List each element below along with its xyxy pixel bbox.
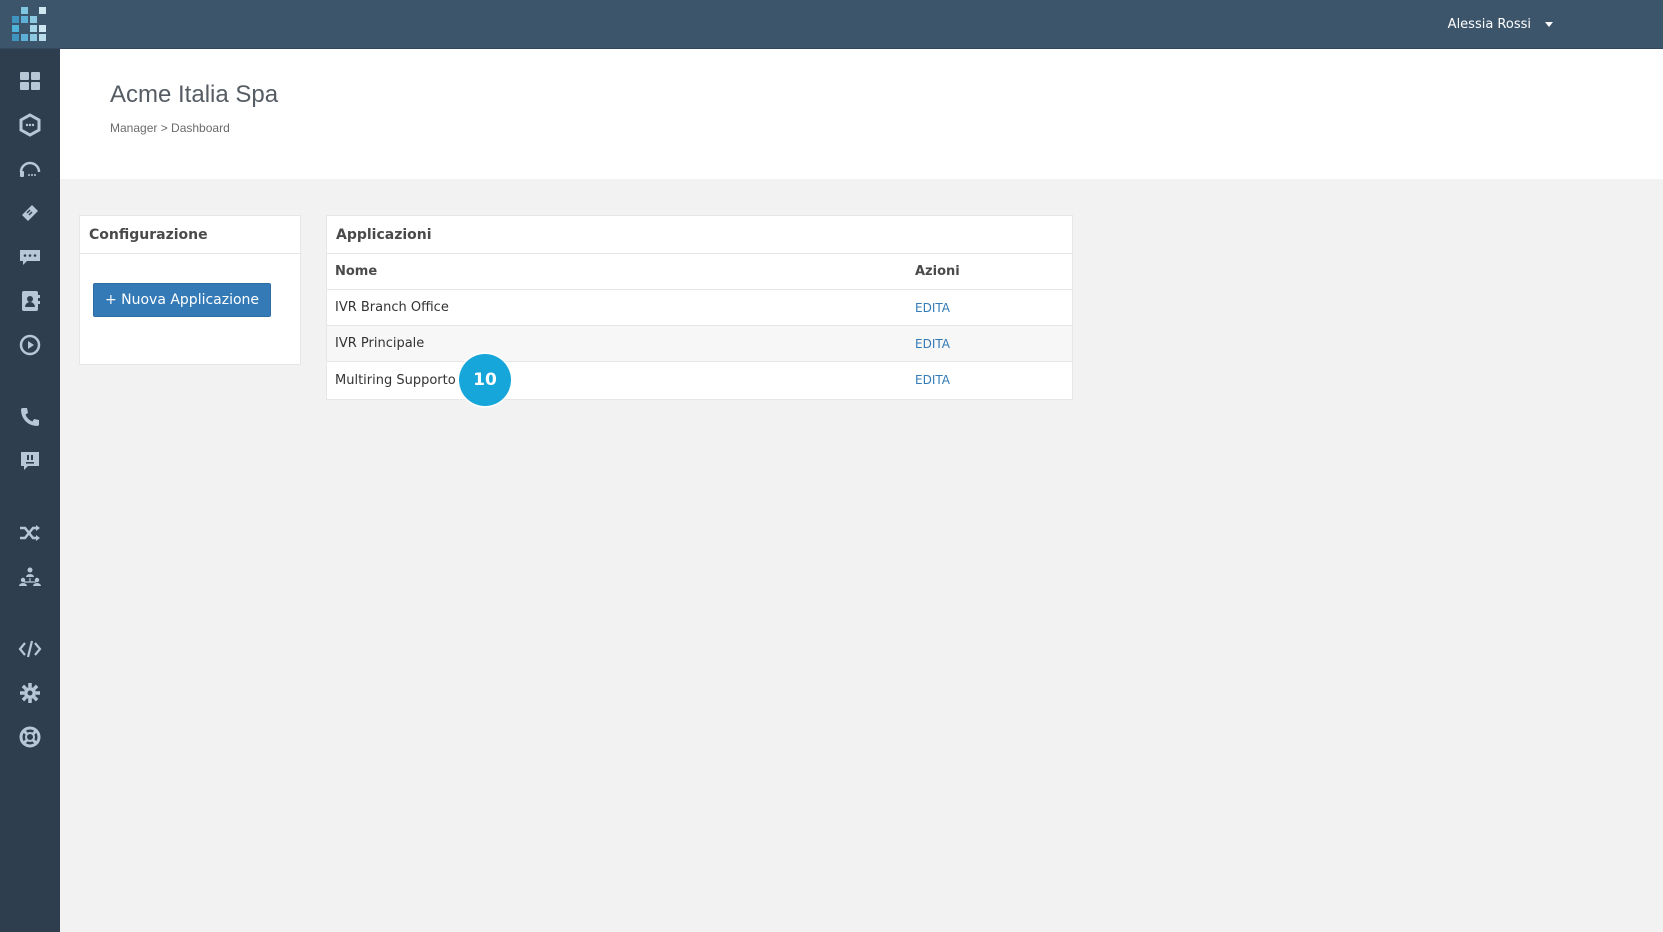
page-title: Acme Italia Spa	[110, 81, 279, 108]
edit-link[interactable]: EDITA	[915, 301, 950, 315]
edit-link[interactable]: EDITA	[915, 337, 950, 351]
shuffle-icon[interactable]	[16, 519, 44, 547]
chat-alert-icon[interactable]	[16, 447, 44, 475]
user-name: Alessia Rossi	[1447, 16, 1531, 32]
column-header-name[interactable]: Nome	[335, 264, 377, 279]
phone-icon[interactable]	[16, 403, 44, 431]
logo-square	[39, 25, 46, 32]
gear-icon[interactable]	[16, 679, 44, 707]
applications-panel-heading: Applicazioni	[327, 216, 1072, 254]
logo-square	[39, 16, 46, 23]
logo-square	[30, 25, 37, 32]
logo-square	[21, 16, 28, 23]
play-circle-icon[interactable]	[16, 331, 44, 359]
ticket-icon[interactable]	[16, 199, 44, 227]
column-header-actions: Azioni	[915, 264, 960, 279]
sidebar	[0, 49, 60, 932]
table-row: IVR Principale EDITA	[327, 326, 1072, 362]
app-logo[interactable]	[12, 7, 48, 43]
applications-panel: Applicazioni Nome Azioni IVR Branch Offi…	[326, 215, 1073, 400]
table-row: Multiring Supporto EDITA	[327, 362, 1072, 398]
top-navbar: Alessia Rossi	[0, 0, 1663, 49]
org-chart-icon[interactable]	[16, 563, 44, 591]
application-name: IVR Principale	[335, 336, 425, 351]
message-bubble-icon[interactable]	[16, 243, 44, 271]
code-icon[interactable]	[16, 635, 44, 663]
logo-square	[12, 7, 19, 14]
dashboard-grid-icon[interactable]	[16, 67, 44, 95]
application-name: Multiring Supporto	[335, 372, 456, 388]
chevron-down-icon	[1545, 21, 1553, 27]
logo-square	[21, 7, 28, 14]
logo-square	[21, 34, 28, 41]
logo-square	[30, 16, 37, 23]
breadcrumb[interactable]: Manager > Dashboard	[110, 121, 230, 135]
logo-square	[39, 7, 46, 14]
new-application-button-label: + Nuova Applicazione	[104, 292, 260, 308]
logo-square	[12, 34, 19, 41]
configuration-panel: Configurazione + Nuova Applicazione	[79, 215, 301, 365]
edit-link[interactable]: EDITA	[915, 373, 950, 387]
application-name: IVR Branch Office	[335, 300, 449, 315]
tutorial-step-badge[interactable]: 10	[459, 354, 511, 406]
table-header-row: Nome Azioni	[327, 254, 1072, 290]
logo-square	[12, 25, 19, 32]
logo-square	[12, 16, 19, 23]
headset-icon[interactable]	[16, 155, 44, 183]
logo-square	[39, 34, 46, 41]
page-header: Acme Italia Spa Manager > Dashboard	[60, 49, 1663, 179]
contacts-book-icon[interactable]	[16, 287, 44, 315]
table-row: IVR Branch Office EDITA	[327, 290, 1072, 326]
logo-square	[30, 7, 37, 14]
configuration-panel-heading: Configurazione	[80, 216, 300, 254]
new-application-button[interactable]: + Nuova Applicazione	[93, 283, 271, 317]
user-menu-dropdown[interactable]: Alessia Rossi	[1448, 0, 1553, 48]
logo-square	[21, 25, 28, 32]
lifebuoy-icon[interactable]	[16, 723, 44, 751]
hexagon-chat-icon[interactable]	[16, 111, 44, 139]
logo-square	[30, 34, 37, 41]
